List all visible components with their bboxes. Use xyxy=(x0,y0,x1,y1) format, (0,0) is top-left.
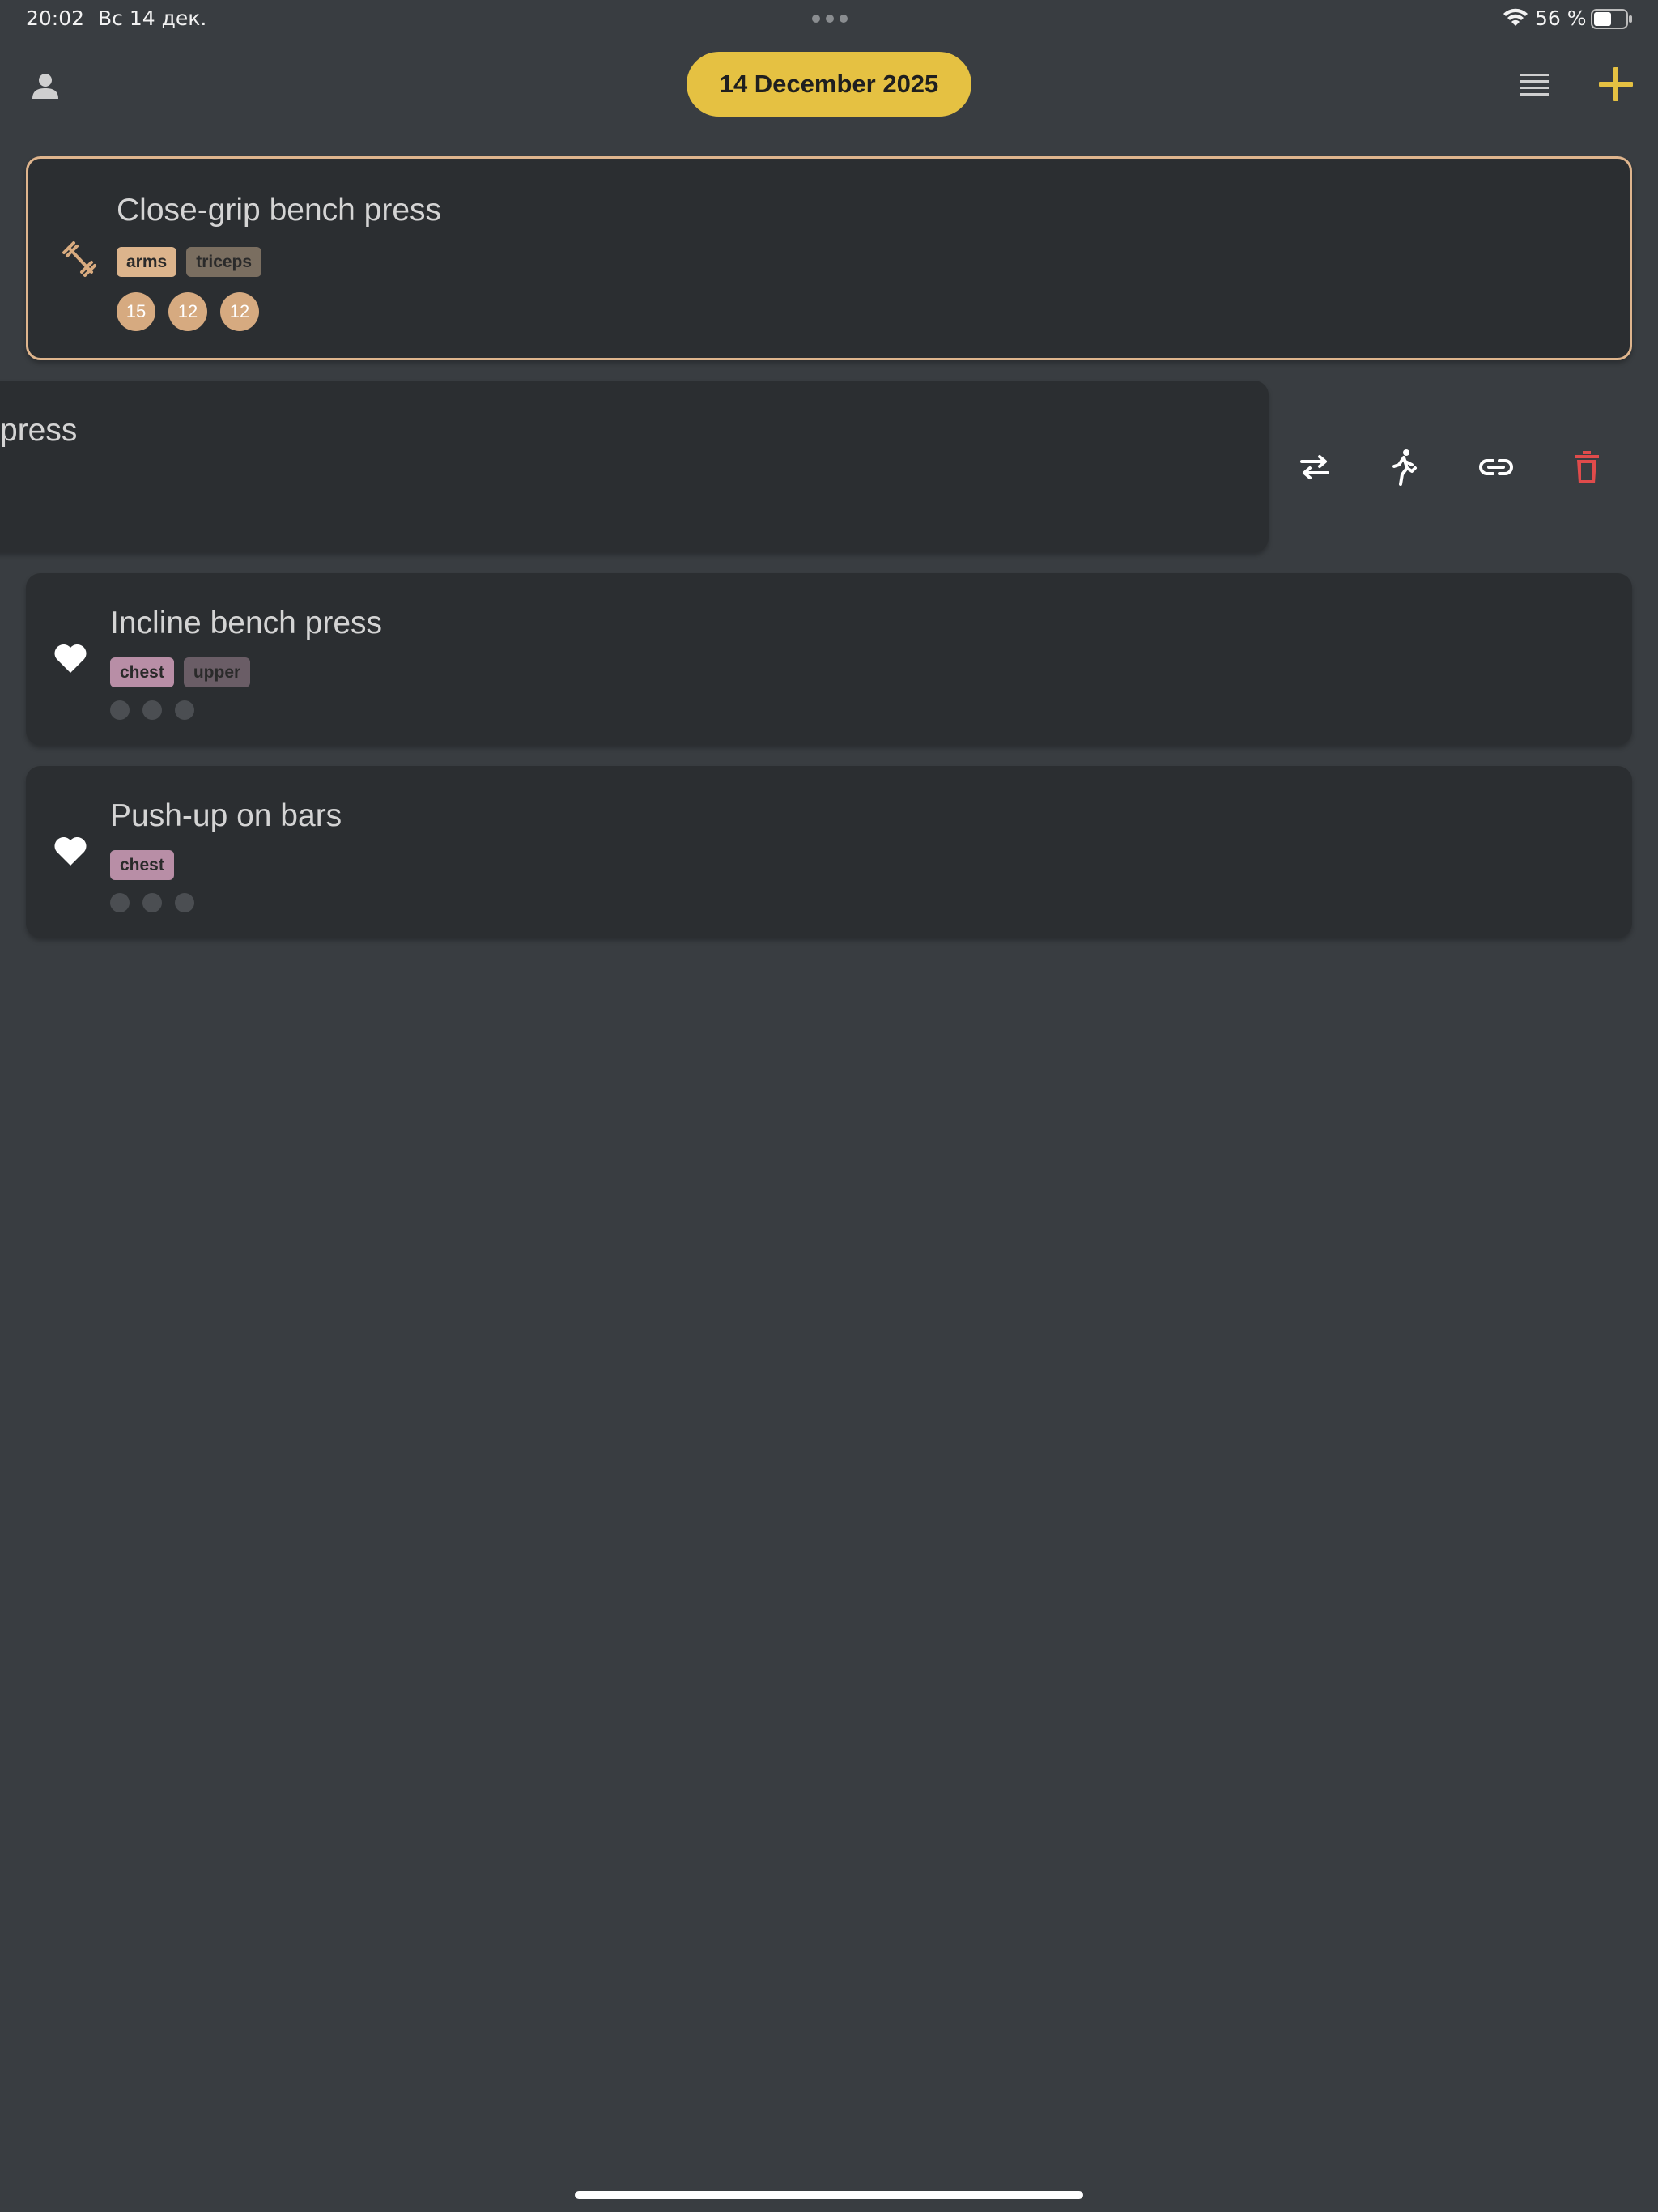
start-exercise-button[interactable] xyxy=(1380,443,1428,491)
heart-icon[interactable] xyxy=(52,640,89,677)
exercise-title-fragment: press xyxy=(0,413,78,448)
plus-icon xyxy=(1599,67,1633,101)
exercise-title: Close-grip bench press xyxy=(117,193,442,228)
empty-sets xyxy=(110,893,194,912)
status-time: 20:02 xyxy=(26,6,85,30)
tag-chest: chest xyxy=(110,850,174,880)
list-view-button[interactable] xyxy=(1514,66,1554,104)
date-selector[interactable]: 14 December 2025 xyxy=(687,52,971,117)
exercise-title: Push-up on bars xyxy=(110,798,342,833)
tag-list: chest upper xyxy=(110,657,251,687)
battery-icon xyxy=(1591,9,1632,29)
status-bar: 20:02 Вс 14 дек. 56 % xyxy=(0,0,1658,39)
empty-sets xyxy=(110,700,194,720)
sets-list: 15 12 12 xyxy=(117,292,259,331)
exercise-card-close-grip-bench-press[interactable]: Close-grip bench press arms triceps 15 1… xyxy=(26,156,1632,360)
swap-icon xyxy=(1300,455,1329,479)
empty-set-dot[interactable] xyxy=(110,893,130,912)
swap-action-button[interactable] xyxy=(1290,443,1339,491)
person-icon xyxy=(32,74,58,99)
run-icon xyxy=(1392,449,1417,486)
tag-triceps: triceps xyxy=(186,247,262,277)
multitasking-dots[interactable] xyxy=(812,15,848,24)
barbell-icon xyxy=(59,240,100,280)
set-value[interactable]: 15 xyxy=(117,292,155,331)
link-icon xyxy=(1479,459,1513,475)
trash-icon xyxy=(1575,451,1599,483)
list-icon xyxy=(1520,74,1549,96)
empty-set-dot[interactable] xyxy=(110,700,130,720)
empty-set-dot[interactable] xyxy=(142,893,162,912)
link-action-button[interactable] xyxy=(1472,443,1520,491)
set-value[interactable]: 12 xyxy=(220,292,259,331)
tag-arms: arms xyxy=(117,247,177,277)
set-value[interactable]: 12 xyxy=(168,292,207,331)
tag-upper: upper xyxy=(183,657,251,687)
battery-percent: 56 % xyxy=(1535,6,1587,30)
exercise-card-incline-bench-press[interactable]: Incline bench press chest upper xyxy=(26,573,1632,745)
exercise-title: Incline bench press xyxy=(110,606,383,640)
exercise-card-push-up-on-bars[interactable]: Push-up on bars chest xyxy=(26,766,1632,938)
tag-list: arms triceps xyxy=(117,247,262,277)
exercise-card-swiped[interactable]: press xyxy=(0,381,1269,552)
profile-button[interactable] xyxy=(24,65,66,107)
empty-set-dot[interactable] xyxy=(175,893,194,912)
tag-list: chest xyxy=(110,850,174,880)
wifi-icon xyxy=(1503,8,1528,26)
delete-action-button[interactable] xyxy=(1562,443,1611,491)
heart-icon[interactable] xyxy=(52,832,89,870)
tag-chest: chest xyxy=(110,657,174,687)
empty-set-dot[interactable] xyxy=(175,700,194,720)
add-exercise-button[interactable] xyxy=(1595,63,1637,105)
status-date: Вс 14 дек. xyxy=(98,6,207,30)
home-indicator[interactable] xyxy=(575,2191,1083,2199)
empty-set-dot[interactable] xyxy=(142,700,162,720)
app-root: 20:02 Вс 14 дек. 56 % 14 December 2025 C… xyxy=(0,0,1658,2212)
